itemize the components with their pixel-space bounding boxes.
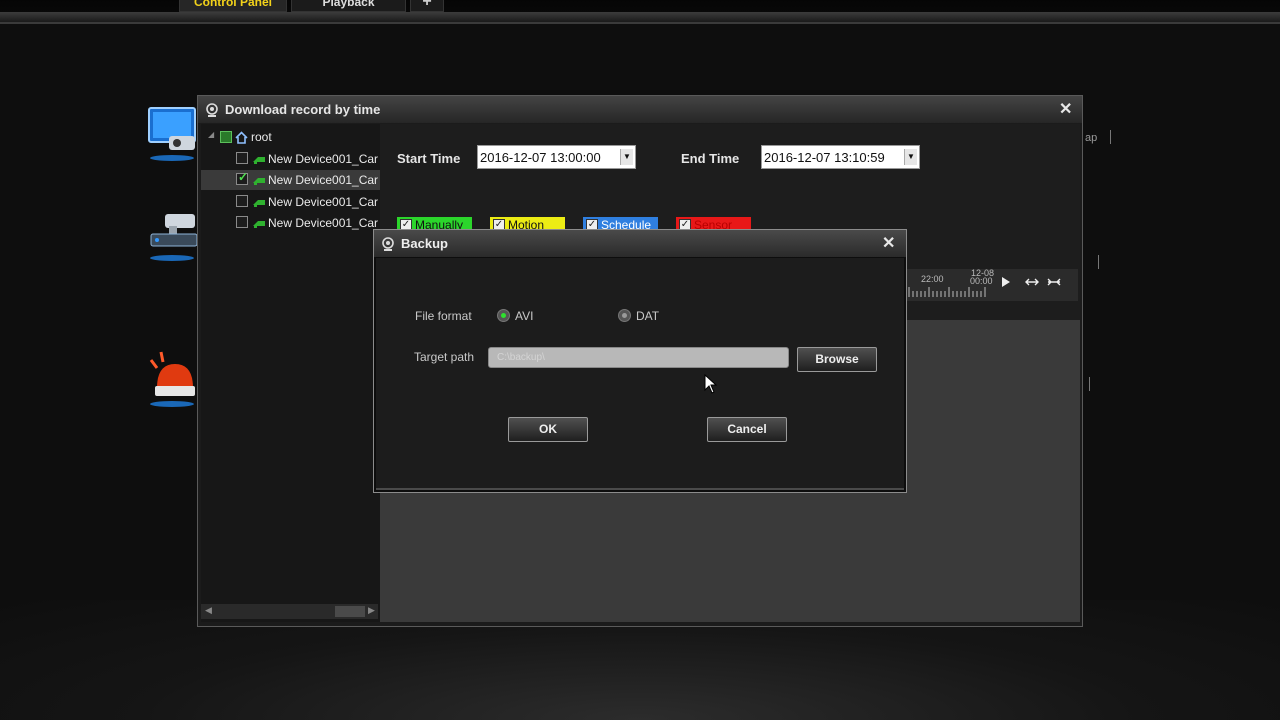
alarm-light-icon[interactable] — [147, 350, 197, 410]
device-label: New Device001_Car — [268, 216, 379, 230]
tree-device-row[interactable]: New Device001_Car — [201, 213, 380, 233]
device-label: New Device001_Car — [268, 195, 379, 209]
webcam-icon — [206, 103, 218, 117]
scrollbar-thumb[interactable] — [335, 606, 365, 617]
play-icon[interactable] — [1001, 276, 1011, 288]
device-checkbox[interactable] — [236, 216, 248, 228]
backup-dialog: Backup ✕ File format AVI DAT Target path… — [373, 229, 907, 493]
start-time-field[interactable]: 2016-12-07 13:00:00 ▼ — [477, 145, 636, 169]
start-time-value: 2016-12-07 13:00:00 — [480, 150, 601, 165]
tree-root[interactable]: ◢ root — [201, 128, 380, 148]
camera-channel-icon — [253, 178, 265, 185]
tree-device-row[interactable]: New Device001_Car — [201, 192, 380, 212]
device-checkbox[interactable] — [236, 195, 248, 207]
divider — [1089, 377, 1090, 391]
start-time-label: Start Time — [397, 151, 461, 166]
file-format-label: File format — [415, 309, 472, 323]
format-option-avi[interactable]: AVI — [497, 308, 587, 324]
dialog-title: Backup — [401, 236, 448, 251]
window-title-bar[interactable]: Download record by time ✕ — [198, 96, 1082, 123]
camera-channel-icon — [253, 221, 265, 228]
browse-button[interactable]: Browse — [797, 347, 877, 372]
cancel-button[interactable]: Cancel — [707, 417, 787, 442]
format-label: AVI — [515, 309, 534, 323]
window-title: Download record by time — [225, 102, 381, 117]
scroll-left-arrow-icon[interactable]: ◀ — [205, 605, 212, 616]
root-label: root — [251, 130, 272, 144]
device-label: New Device001_Car — [268, 152, 379, 166]
dialog-title-bar[interactable]: Backup ✕ — [374, 230, 906, 257]
tree-horizontal-scrollbar[interactable]: ◀ ▶ — [201, 604, 378, 619]
dialog-body: File format AVI DAT Target path C:\backu… — [376, 258, 904, 490]
target-path-input[interactable]: C:\backup\ — [488, 347, 789, 368]
format-label: DAT — [636, 309, 660, 323]
device-checkbox[interactable] — [236, 152, 248, 164]
root-checkbox[interactable] — [220, 131, 232, 143]
tab-bar-underline — [0, 12, 1280, 22]
tree-device-row-selected[interactable]: ✓ New Device001_Car — [201, 170, 380, 190]
end-time-label: End Time — [681, 151, 740, 166]
device-checkbox[interactable]: ✓ — [236, 170, 248, 185]
mouse-cursor-icon — [704, 374, 718, 394]
zoom-out-icon[interactable] — [1047, 277, 1061, 287]
camera-channel-icon — [253, 157, 265, 164]
end-time-field[interactable]: 2016-12-07 13:10:59 ▼ — [761, 145, 920, 169]
camera-channel-icon — [253, 200, 265, 207]
radio-unselected[interactable] — [618, 309, 631, 322]
timeline-tick-label: 00:00 — [970, 276, 993, 286]
tree-device-row[interactable]: New Device001_Car — [201, 149, 380, 169]
tab-playback[interactable]: Playback — [291, 0, 406, 12]
timeline-ticks — [908, 287, 986, 297]
timeline-ruler[interactable]: 22:00 12-08 00:00 — [907, 269, 1078, 301]
add-tab-button[interactable]: + — [410, 0, 444, 12]
home-icon — [235, 131, 248, 144]
device-label: New Device001_Car — [268, 173, 379, 187]
end-time-value: 2016-12-07 13:10:59 — [764, 150, 885, 165]
device-tree: ◢ root New Device001_Car ✓ New Device001… — [201, 124, 380, 622]
tab-control-panel[interactable]: Control Panel — [179, 0, 287, 12]
monitor-icon[interactable] — [147, 106, 197, 162]
format-option-dat[interactable]: DAT — [618, 308, 708, 324]
divider — [1098, 255, 1099, 269]
dropdown-arrow-icon[interactable]: ▼ — [904, 149, 917, 165]
close-icon[interactable]: ✕ — [882, 233, 895, 253]
ok-button[interactable]: OK — [508, 417, 588, 442]
top-tab-bar: Control Panel Playback + — [0, 0, 1280, 24]
expand-arrow-icon[interactable]: ◢ — [208, 130, 214, 139]
close-icon[interactable]: ✕ — [1059, 99, 1072, 119]
divider — [1110, 130, 1111, 144]
webcam-icon — [382, 237, 394, 251]
zoom-in-icon[interactable] — [1025, 277, 1039, 287]
timeline-tick-label: 22:00 — [921, 274, 944, 284]
radio-selected[interactable] — [497, 309, 510, 322]
device-camera-icon[interactable] — [147, 210, 197, 265]
scroll-right-arrow-icon[interactable]: ▶ — [368, 605, 375, 616]
target-path-label: Target path — [414, 350, 475, 364]
dropdown-arrow-icon[interactable]: ▼ — [620, 149, 633, 165]
partial-label: ap — [1085, 132, 1098, 144]
